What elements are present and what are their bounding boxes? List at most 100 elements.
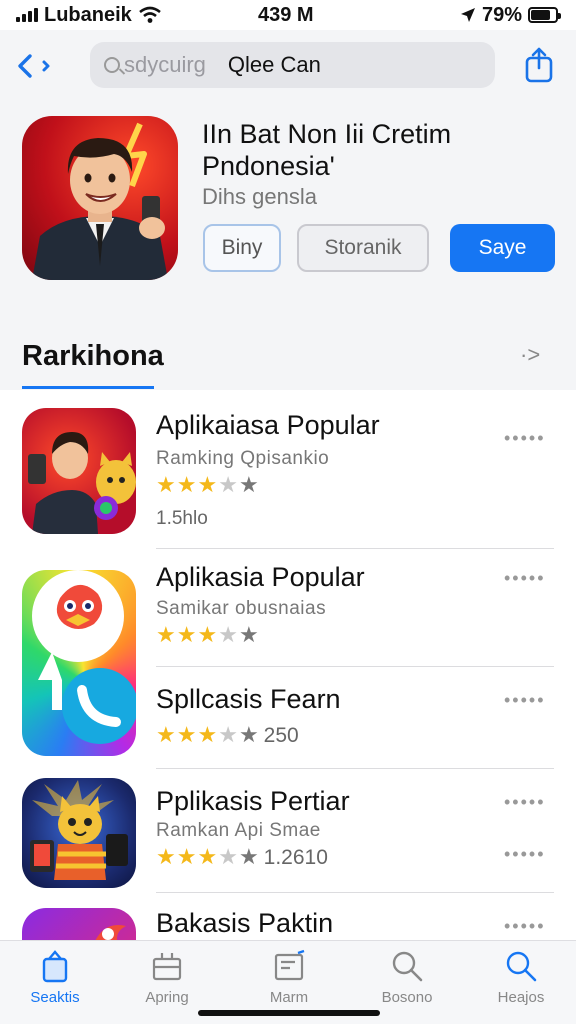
list-item[interactable]: Spllcasis Fearn ★★★★★ 250 ••••• bbox=[0, 682, 576, 762]
app-subtitle: Ramkan Api Smae bbox=[156, 820, 321, 841]
store-button[interactable]: Storanik bbox=[297, 224, 429, 272]
divider bbox=[156, 768, 554, 769]
featured-app-artwork bbox=[32, 122, 168, 280]
app-subtitle: Samikar obusnaias bbox=[156, 598, 327, 619]
app-title: Bakasis Paktin bbox=[156, 908, 334, 938]
wifi-icon bbox=[138, 6, 161, 23]
search-icon bbox=[104, 57, 120, 73]
star-rating: ★★★★★ 1.2610 bbox=[156, 844, 328, 870]
tab-search[interactable]: Bosono bbox=[352, 949, 462, 1006]
tab-today[interactable]: Seaktis bbox=[0, 949, 110, 1006]
featured-app-subtitle: Dihs gensla bbox=[202, 184, 317, 209]
app-header-area: sdycuirg Qlee Can IIn Bat Non Iii Cretim… bbox=[0, 30, 576, 390]
tab-label: Apring bbox=[145, 989, 189, 1006]
star-icon: ★ bbox=[218, 844, 239, 869]
list-item[interactable]: Aplikasia Popular Samikar obusnaias ★★★★… bbox=[0, 560, 576, 660]
app-icon-artwork bbox=[30, 780, 128, 880]
more-options-button[interactable]: ••••• bbox=[504, 568, 546, 589]
tab-apps[interactable]: Apring bbox=[112, 949, 222, 1006]
battery-icon bbox=[528, 7, 561, 23]
status-left: Lubaneik bbox=[16, 4, 162, 27]
see-all-link[interactable]: ·> bbox=[520, 342, 540, 368]
status-right: 79% bbox=[460, 3, 561, 27]
featured-app-icon[interactable] bbox=[22, 116, 178, 280]
search-placeholder: sdycuirg bbox=[124, 52, 206, 77]
tab-label: Heajos bbox=[497, 989, 545, 1006]
star-icon: ★ bbox=[197, 722, 219, 747]
app-icon bbox=[22, 778, 136, 888]
app-title: Pplikasis Pertiar bbox=[156, 786, 350, 816]
star-icon: ★ bbox=[218, 472, 239, 497]
battery-fill bbox=[531, 10, 550, 20]
star-icon: ★ bbox=[197, 472, 219, 497]
star-icon: ★ bbox=[197, 622, 219, 647]
tab-label: Bosono bbox=[381, 989, 433, 1006]
star-icon: ★ bbox=[176, 472, 198, 497]
signal-icon bbox=[16, 8, 38, 22]
divider bbox=[156, 548, 554, 549]
divider bbox=[156, 666, 554, 667]
search-icon bbox=[392, 951, 423, 982]
app-icon-artwork bbox=[28, 432, 136, 534]
star-icon: ★ bbox=[238, 722, 260, 747]
star-icon: ★ bbox=[176, 622, 198, 647]
star-icon: ★ bbox=[176, 722, 198, 747]
app-subtitle: Ramking Qpisankio bbox=[156, 448, 330, 469]
app-title: Aplikaiasa Popular bbox=[156, 410, 380, 440]
more-options-button[interactable]: ••••• bbox=[504, 844, 546, 865]
star-icon: ★ bbox=[156, 722, 177, 747]
star-rating: ★★★★★ bbox=[156, 622, 260, 648]
save-button[interactable]: Saye bbox=[450, 224, 555, 272]
more-options-button[interactable]: ••••• bbox=[504, 428, 546, 449]
search-icon bbox=[506, 951, 537, 982]
featured-app-title: IIn Bat Non Iii Cretim Pndonesia' bbox=[202, 119, 452, 181]
today-icon bbox=[42, 950, 68, 983]
more-options-button[interactable]: ••••• bbox=[504, 792, 546, 813]
app-title: Spllcasis Fearn bbox=[156, 684, 341, 714]
list-item[interactable]: Pplikasis Pertiar Ramkan Api Smae ★★★★★ 1… bbox=[0, 778, 576, 890]
carrier-label: Lubaneik bbox=[44, 3, 132, 26]
star-icon: ★ bbox=[238, 622, 260, 647]
app-icon bbox=[22, 408, 136, 534]
star-icon: ★ bbox=[197, 844, 219, 869]
back-button[interactable] bbox=[16, 52, 60, 80]
tab-arcade[interactable]: Marm bbox=[234, 949, 344, 1006]
star-icon: ★ bbox=[156, 844, 177, 869]
status-time: 439 M bbox=[258, 3, 314, 26]
app-title: Aplikasia Popular bbox=[156, 562, 365, 592]
section-title: Rarkihona bbox=[22, 340, 164, 372]
status-bar: Lubaneik 439 M 79% bbox=[0, 0, 576, 30]
star-rating: ★★★★★ bbox=[156, 472, 260, 498]
buy-button[interactable]: Biny bbox=[203, 224, 281, 272]
divider bbox=[156, 892, 554, 893]
star-icon: ★ bbox=[238, 844, 260, 869]
back-arrow-icon bbox=[18, 54, 50, 78]
app-meta: 1.5hlo bbox=[156, 508, 208, 529]
arcade-icon bbox=[274, 949, 305, 981]
more-options-button[interactable]: ••••• bbox=[504, 690, 546, 711]
nav-row: sdycuirg Qlee Can bbox=[0, 40, 576, 92]
location-arrow-icon bbox=[460, 8, 475, 22]
battery-percent: 79% bbox=[481, 3, 522, 26]
tab-label: Seaktis bbox=[30, 989, 80, 1006]
search-input[interactable]: sdycuirg Qlee Can bbox=[90, 42, 495, 88]
list-item[interactable]: Aplikaiasa Popular Ramking Qpisankio ★★★… bbox=[0, 408, 576, 534]
star-icon: ★ bbox=[156, 622, 177, 647]
star-icon: ★ bbox=[218, 622, 239, 647]
more-options-button[interactable]: ••••• bbox=[504, 916, 546, 937]
tab-label: Marm bbox=[269, 989, 309, 1006]
star-icon: ★ bbox=[176, 844, 198, 869]
apps-icon bbox=[152, 953, 182, 981]
section-tab-indicator bbox=[22, 386, 154, 389]
share-icon bbox=[525, 47, 553, 83]
tab-search-alt[interactable]: Heajos bbox=[466, 949, 576, 1006]
star-icon: ★ bbox=[156, 472, 177, 497]
rating-count: 250 bbox=[263, 724, 299, 747]
star-rating: ★★★★★ 250 bbox=[156, 722, 299, 748]
rating-count: 1.2610 bbox=[263, 846, 328, 869]
star-icon: ★ bbox=[218, 722, 239, 747]
share-button[interactable] bbox=[524, 46, 554, 84]
star-icon: ★ bbox=[238, 472, 260, 497]
search-value: Qlee Can bbox=[227, 52, 321, 77]
home-indicator bbox=[198, 1010, 380, 1016]
